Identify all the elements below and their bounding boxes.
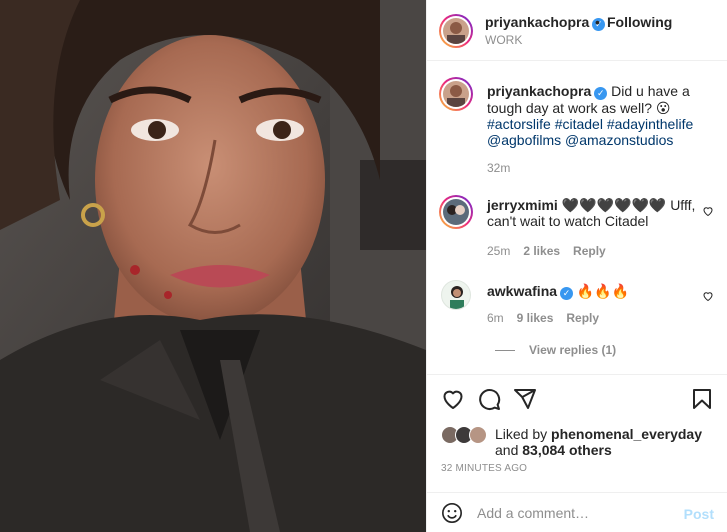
comment-likes[interactable]: 2 likes bbox=[523, 244, 560, 258]
post-header: priyankachopra ✓ • Following WORK bbox=[427, 0, 727, 61]
verified-badge-icon: ✓ bbox=[560, 287, 574, 300]
author-username[interactable]: priyankachopra ✓ bbox=[485, 14, 606, 31]
comment-avatar[interactable] bbox=[439, 195, 473, 229]
view-replies-button[interactable]: View replies (1) bbox=[495, 343, 616, 357]
comment-time[interactable]: 25m bbox=[487, 244, 510, 258]
comment-username[interactable]: awkwafina bbox=[487, 283, 557, 299]
caption-hashtags[interactable]: #actorslife #citadel #adayinthelife bbox=[487, 116, 693, 132]
post-sidebar: priyankachopra ✓ • Following WORK priyank… bbox=[426, 0, 727, 532]
author-avatar[interactable] bbox=[439, 14, 473, 48]
caption-time[interactable]: 32m bbox=[487, 161, 510, 175]
likes-count[interactable]: 83,084 others bbox=[522, 442, 612, 458]
bookmark-icon[interactable] bbox=[690, 387, 714, 411]
liker-avatar[interactable] bbox=[469, 426, 487, 444]
comment-input[interactable] bbox=[477, 501, 667, 525]
comment-body: 🔥🔥🔥 bbox=[576, 283, 630, 299]
likes-text: Liked by phenomenal_everyday and 83,084 … bbox=[495, 426, 703, 458]
comments-list[interactable]: priyankachopra ✓ Did u have a tough day a… bbox=[427, 61, 727, 374]
reply-button[interactable]: Reply bbox=[566, 311, 599, 325]
likes-summary: Liked by phenomenal_everyday and 83,084 … bbox=[427, 420, 727, 460]
caption-meta: 32m bbox=[487, 161, 523, 175]
caption-text: priyankachopra ✓ Did u have a tough day a… bbox=[487, 83, 707, 148]
comment-avatar[interactable] bbox=[441, 280, 471, 310]
emoji-icon[interactable] bbox=[441, 502, 463, 524]
reply-button[interactable]: Reply bbox=[573, 244, 606, 258]
divider-line bbox=[495, 350, 515, 352]
separator-dot: • bbox=[595, 14, 600, 30]
caption-mentions[interactable]: @agbofilms @amazonstudios bbox=[487, 132, 673, 148]
comment-time[interactable]: 6m bbox=[487, 311, 504, 325]
comment-text: jerryxmimi 🖤🖤🖤🖤🖤🖤 Ufff, can't wait to wa… bbox=[487, 197, 707, 229]
liker-username[interactable]: phenomenal_everyday bbox=[551, 426, 702, 442]
add-comment-bar: Post bbox=[427, 492, 727, 532]
post-location[interactable]: WORK bbox=[485, 33, 522, 47]
comment-icon[interactable] bbox=[477, 387, 501, 411]
heart-icon[interactable] bbox=[702, 205, 714, 217]
post-timestamp[interactable]: 32 MINUTES AGO bbox=[441, 463, 527, 474]
following-button[interactable]: Following bbox=[607, 14, 672, 30]
caption-avatar[interactable] bbox=[439, 77, 473, 111]
heart-icon[interactable] bbox=[702, 290, 714, 302]
heart-icon[interactable] bbox=[441, 387, 465, 411]
post-photo bbox=[0, 0, 426, 532]
share-icon[interactable] bbox=[513, 387, 537, 411]
verified-badge-icon: ✓ bbox=[594, 87, 608, 100]
comment-meta: 6m 9 likes Reply bbox=[487, 311, 612, 325]
comment-username[interactable]: jerryxmimi bbox=[487, 197, 558, 213]
action-bar bbox=[427, 374, 727, 420]
post-button[interactable]: Post bbox=[684, 506, 714, 522]
comment-meta: 25m 2 likes Reply bbox=[487, 244, 619, 258]
caption-username[interactable]: priyankachopra bbox=[487, 83, 591, 99]
comment-text: awkwafina ✓ 🔥🔥🔥 bbox=[487, 283, 707, 300]
comment-likes[interactable]: 9 likes bbox=[517, 311, 554, 325]
